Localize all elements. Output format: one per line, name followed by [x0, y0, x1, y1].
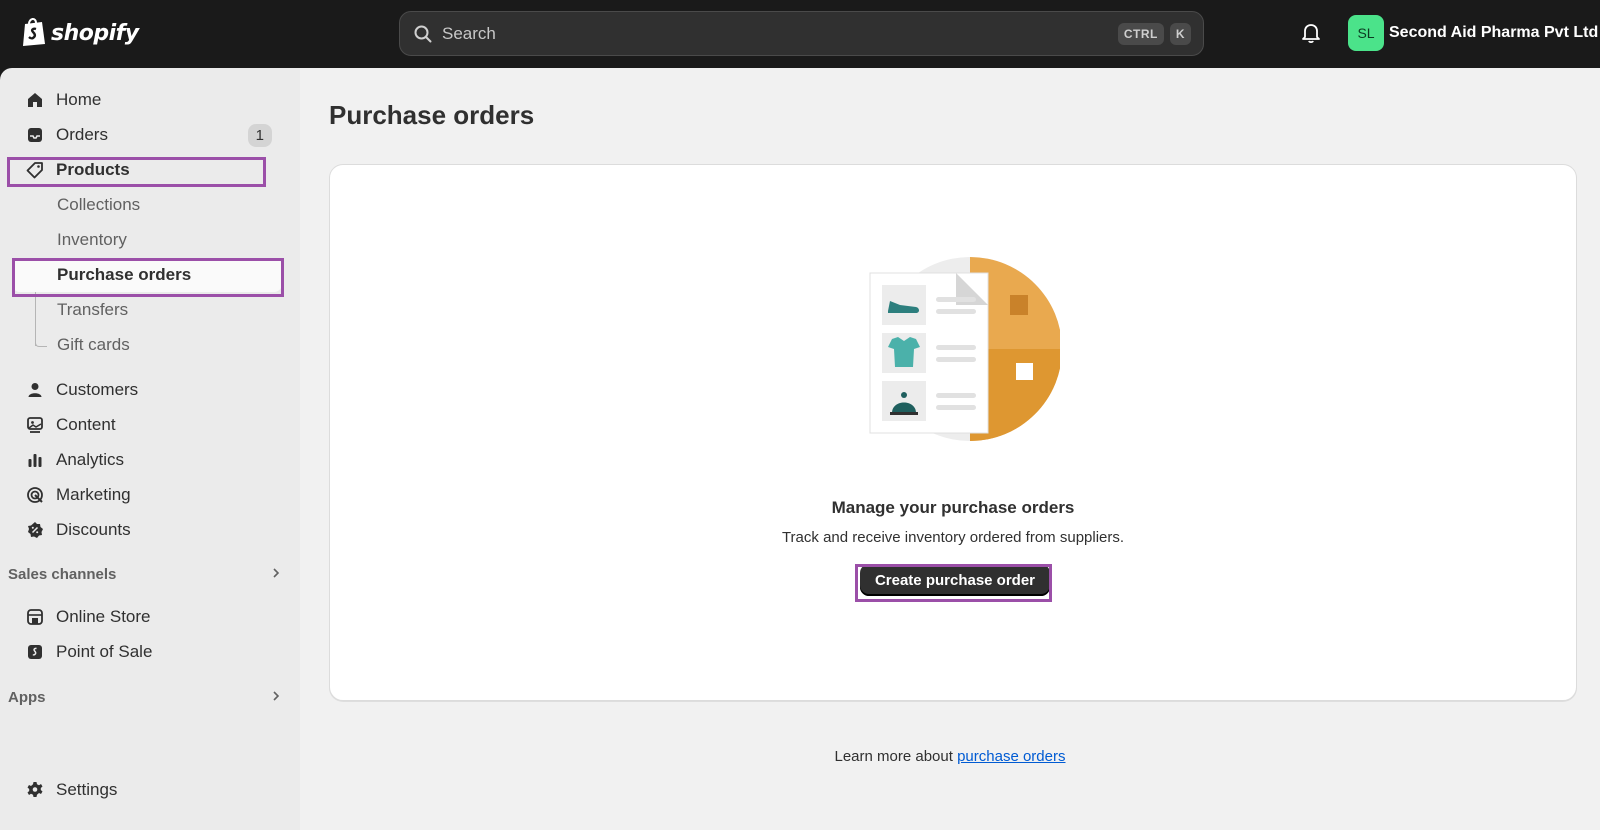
learn-more-prefix: Learn more about — [834, 748, 953, 765]
tag-icon — [24, 159, 46, 181]
sidebar-item-label: Orders — [56, 125, 108, 144]
sidebar-item-label: Discounts — [56, 520, 131, 539]
sidebar-item-point-of-sale[interactable]: Point of Sale — [12, 635, 282, 669]
empty-state-title: Manage your purchase orders — [831, 498, 1075, 517]
sidebar-item-label: Online Store — [56, 607, 151, 626]
bar-chart-icon — [24, 449, 46, 471]
sidebar-item-label: Home — [56, 90, 102, 109]
empty-state-description: Track and receive inventory ordered from… — [781, 529, 1125, 546]
apps-title: Apps — [8, 688, 46, 706]
search-icon — [412, 23, 434, 45]
sidebar-item-marketing[interactable]: Marketing — [12, 478, 282, 512]
sidebar-item-gift-cards[interactable]: Gift cards — [12, 328, 282, 362]
sidebar-item-transfers[interactable]: Transfers — [12, 293, 282, 327]
notifications-bell-icon[interactable] — [1300, 22, 1322, 44]
shopify-logo[interactable]: shopify — [21, 16, 139, 51]
store-name: Second Aid Pharma Pvt Ltd — [1389, 24, 1599, 41]
sidebar-item-products[interactable]: Products — [12, 153, 282, 187]
sales-channels-header[interactable]: Sales channels — [8, 562, 282, 586]
sidebar-item-purchase-orders[interactable]: Purchase orders — [12, 258, 282, 292]
shortcut-k: K — [1169, 22, 1191, 45]
sidebar-item-collections[interactable]: Collections — [12, 188, 282, 222]
sidebar-item-analytics[interactable]: Analytics — [12, 443, 282, 477]
sidebar-item-label: Purchase orders — [57, 265, 192, 284]
main-content: Purchase orders Manage your purchase ord… — [300, 68, 1600, 830]
shopify-bag-icon — [21, 16, 47, 51]
learn-more-text: Learn more about purchase orders — [300, 748, 1600, 765]
chevron-right-icon — [270, 566, 282, 583]
store-icon — [24, 606, 46, 628]
sidebar-item-label: Point of Sale — [56, 642, 153, 661]
sidebar-item-home[interactable]: Home — [12, 83, 282, 117]
sidebar-item-label: Inventory — [57, 230, 127, 249]
sidebar-item-content[interactable]: Content — [12, 408, 282, 442]
person-icon — [24, 379, 46, 401]
shortcut-ctrl: CTRL — [1117, 22, 1164, 45]
page-title: Purchase orders — [329, 100, 535, 130]
store-menu[interactable]: SL Second Aid Pharma Pvt Ltd — [1348, 15, 1598, 51]
purchase-orders-link[interactable]: purchase orders — [957, 748, 1065, 765]
orders-count-badge: 1 — [247, 123, 272, 147]
sidebar-item-label: Content — [56, 415, 116, 434]
sidebar-item-customers[interactable]: Customers — [12, 373, 282, 407]
pos-icon — [24, 641, 46, 663]
gear-icon — [24, 779, 46, 801]
sidebar: Home Orders 1 Products Collections Inven… — [0, 68, 300, 830]
home-icon — [24, 89, 46, 111]
sidebar-item-label: Gift cards — [57, 335, 130, 354]
sales-channels-title: Sales channels — [8, 565, 117, 583]
sidebar-item-discounts[interactable]: Discounts — [12, 513, 282, 547]
search-bar[interactable]: CTRL K — [399, 11, 1204, 56]
apps-header[interactable]: Apps — [8, 685, 282, 709]
sidebar-item-online-store[interactable]: Online Store — [12, 600, 282, 634]
sidebar-item-label: Marketing — [56, 485, 131, 504]
search-input[interactable] — [442, 23, 1112, 44]
sidebar-item-label: Customers — [56, 380, 139, 399]
purchase-order-illustration — [860, 253, 1062, 445]
top-bar: shopify CTRL K SL Second Aid Pharma Pvt … — [0, 0, 1600, 68]
avatar: SL — [1348, 15, 1384, 51]
sidebar-item-label: Transfers — [57, 300, 129, 319]
empty-state-card: Manage your purchase orders Track and re… — [329, 164, 1577, 701]
sidebar-item-settings[interactable]: Settings — [12, 773, 282, 807]
sidebar-item-label: Analytics — [56, 450, 125, 469]
image-icon — [24, 414, 46, 436]
sidebar-item-label: Collections — [57, 195, 141, 214]
sidebar-item-label: Products — [56, 160, 130, 179]
sidebar-item-orders[interactable]: Orders 1 — [12, 118, 282, 152]
sidebar-item-inventory[interactable]: Inventory — [12, 223, 282, 257]
target-icon — [24, 484, 46, 506]
create-purchase-order-button[interactable]: Create purchase order — [860, 564, 1050, 596]
logo-text: shopify — [51, 21, 139, 46]
discount-icon — [24, 519, 46, 541]
inbox-icon — [24, 124, 46, 146]
sidebar-item-label: Settings — [56, 780, 118, 799]
chevron-right-icon — [270, 689, 282, 706]
